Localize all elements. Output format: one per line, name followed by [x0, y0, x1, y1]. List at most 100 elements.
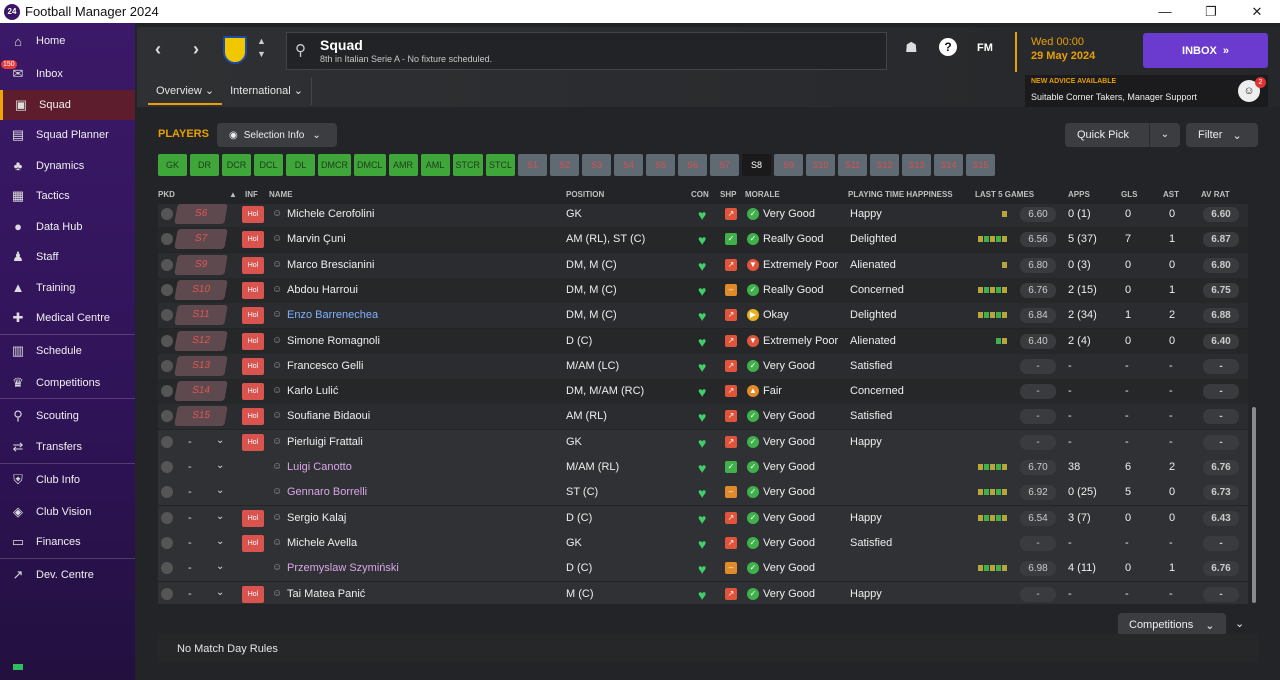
- advice-panel[interactable]: NEW ADVICE AVAILABLE Suitable Corner Tak…: [1025, 75, 1268, 107]
- col-con[interactable]: CON: [691, 190, 709, 199]
- kit-icon[interactable]: ☗: [905, 39, 918, 56]
- table-row[interactable]: S12 Hol ☺ Simone Romagnoli D (C) ♥ ↗ ▼ Extremely…: [158, 328, 1248, 354]
- position-slot-dmcr[interactable]: DMCR: [318, 154, 351, 176]
- sidebar-item-dev-centre[interactable]: ↗ Dev. Centre: [0, 557, 135, 592]
- chevron-down-icon[interactable]: ⌄: [216, 536, 224, 547]
- sidebar-item-inbox[interactable]: ✉ Inbox 150: [0, 59, 135, 90]
- col-playing-time[interactable]: PLAYING TIME HAPPINESS: [848, 190, 953, 199]
- minimize-button[interactable]: —: [1142, 0, 1188, 23]
- sidebar-item-squad[interactable]: ▣ Squad: [0, 89, 135, 120]
- table-row[interactable]: S10 Hol ☺ Abdou Harroui DM, M (C) ♥ – ✓ Really G…: [158, 277, 1248, 303]
- position-slot-dcl[interactable]: DCL: [254, 154, 283, 176]
- sidebar-item-scouting[interactable]: ⚲ Scouting: [0, 398, 135, 432]
- position-slot-s2[interactable]: S2: [550, 154, 580, 176]
- table-row[interactable]: - ⌄ ☺ Gennaro Borrelli ST (C) ♥ – ✓ Very Good 6.9…: [158, 480, 1248, 506]
- squad-slot-empty[interactable]: -: [188, 562, 192, 574]
- sidebar-item-squad-planner[interactable]: ▤ Squad Planner: [0, 120, 135, 151]
- table-row[interactable]: S9 Hol ☺ Marco Brescianini DM, M (C) ♥ ↗ ▼ Extre…: [158, 252, 1248, 278]
- position-slot-s10[interactable]: S10: [806, 154, 836, 176]
- pick-checkbox[interactable]: [161, 334, 173, 347]
- position-slot-s14[interactable]: S14: [934, 154, 964, 176]
- col-shp[interactable]: SHP: [720, 190, 736, 199]
- col-gls[interactable]: GLS: [1121, 190, 1137, 199]
- table-row[interactable]: S13 Hol ☺ Francesco Gelli M/AM (LC) ♥ ↗ ✓ Very G…: [158, 353, 1248, 379]
- table-row[interactable]: S11 Hol ☺ Enzo Barrenechea DM, M (C) ♥ ↗ ▶ Okay D…: [158, 303, 1248, 329]
- player-name[interactable]: Francesco Gelli: [287, 360, 363, 372]
- player-name[interactable]: Michele Cerofolini: [287, 208, 374, 220]
- chevron-down-icon[interactable]: ⌄: [216, 485, 224, 496]
- position-slot-stcl[interactable]: STCL: [486, 154, 516, 176]
- player-name[interactable]: Pierluigi Frattali: [287, 436, 363, 448]
- squad-slot-badge[interactable]: S7: [174, 229, 228, 250]
- pick-checkbox[interactable]: [161, 233, 173, 246]
- sidebar-item-competitions[interactable]: ♛ Competitions: [0, 368, 135, 399]
- pick-checkbox[interactable]: [161, 435, 173, 448]
- player-name[interactable]: Simone Romagnoli: [287, 335, 380, 347]
- pick-checkbox[interactable]: [161, 511, 173, 524]
- player-name[interactable]: Tai Matea Panić: [287, 588, 365, 600]
- squad-slot-empty[interactable]: -: [188, 588, 192, 600]
- squad-slot-empty[interactable]: -: [188, 486, 192, 498]
- close-button[interactable]: ✕: [1234, 0, 1280, 23]
- chevron-down-icon[interactable]: ⌄: [216, 511, 224, 522]
- squad-slot-badge[interactable]: S11: [174, 305, 228, 326]
- chevron-down-icon[interactable]: ⌄: [216, 561, 224, 572]
- col-pkd[interactable]: PKD: [158, 190, 175, 199]
- col-name[interactable]: NAME: [269, 190, 293, 199]
- pick-checkbox[interactable]: [161, 359, 173, 372]
- position-slot-dr[interactable]: DR: [190, 154, 219, 176]
- squad-slot-badge[interactable]: S15: [174, 406, 228, 427]
- position-slot-aml[interactable]: AML: [420, 154, 450, 176]
- tab-international[interactable]: International ⌄: [222, 77, 312, 105]
- squad-slot-empty[interactable]: -: [188, 512, 192, 524]
- sidebar-item-club-vision[interactable]: ◈ Club Vision: [0, 497, 135, 528]
- sidebar-item-club-info[interactable]: ⛨ Club Info: [0, 462, 135, 497]
- position-slot-s15[interactable]: S15: [966, 154, 996, 176]
- pick-checkbox[interactable]: [161, 536, 173, 549]
- table-row[interactable]: S6 Hol ☺ Michele Cerofolini GK ♥ ↗ ✓ Very Good Ha…: [158, 204, 1248, 227]
- sidebar-item-finances[interactable]: ▭ Finances: [0, 527, 135, 558]
- inbox-button[interactable]: INBOX »: [1143, 33, 1268, 68]
- player-name[interactable]: Przemyslaw Szymiński: [287, 562, 399, 574]
- position-slot-s4[interactable]: S4: [614, 154, 644, 176]
- filter-button[interactable]: Filter ⌄: [1186, 123, 1258, 147]
- pick-checkbox[interactable]: [161, 461, 173, 473]
- position-slot-amr[interactable]: AMR: [388, 154, 418, 176]
- position-slot-s13[interactable]: S13: [902, 154, 932, 176]
- squad-slot-badge[interactable]: S6: [174, 204, 228, 224]
- squad-slot-empty[interactable]: -: [188, 537, 192, 549]
- back-arrow-icon[interactable]: ‹: [155, 39, 161, 60]
- position-slot-dmcl[interactable]: DMCL: [354, 154, 386, 176]
- position-slot-gk[interactable]: GK: [158, 154, 187, 176]
- table-row[interactable]: - ⌄ ☺ Luigi Canotto M/AM (RL) ♥ ✓ ✓ Very Good 6.7…: [158, 455, 1248, 480]
- player-name[interactable]: Sergio Kalaj: [287, 512, 346, 524]
- position-slot-dl[interactable]: DL: [286, 154, 315, 176]
- selection-info-button[interactable]: ◉ Selection Info ⌄: [217, 123, 337, 147]
- squad-slot-empty[interactable]: -: [188, 436, 192, 448]
- chevron-down-icon[interactable]: ⌄: [216, 460, 224, 471]
- date-time-display[interactable]: Wed 00:00 29 May 2024: [1015, 32, 1137, 72]
- table-row[interactable]: - ⌄ Hol ☺ Tai Matea Panić M (C) ♥ ↗ ✓ Very Good Ha…: [158, 581, 1248, 604]
- position-slot-s3[interactable]: S3: [582, 154, 612, 176]
- fm-menu-icon[interactable]: FM: [977, 42, 993, 54]
- position-slot-s6[interactable]: S6: [678, 154, 708, 176]
- pick-checkbox[interactable]: [161, 486, 173, 499]
- player-name[interactable]: Gennaro Borrelli: [287, 486, 367, 498]
- squad-slot-badge[interactable]: S13: [174, 355, 228, 376]
- pick-checkbox[interactable]: [161, 385, 173, 398]
- position-slot-s1[interactable]: S1: [518, 154, 548, 176]
- position-slot-s7[interactable]: S7: [710, 154, 740, 176]
- squad-slot-badge[interactable]: S10: [174, 279, 228, 300]
- pick-checkbox[interactable]: [161, 562, 173, 575]
- sidebar-item-training[interactable]: ▲ Training: [0, 273, 135, 304]
- col-morale[interactable]: MORALE: [745, 190, 780, 199]
- table-row[interactable]: S14 Hol ☺ Karlo Lulić DM, M/AM (RC) ♥ ↗ ▲ Fair Co…: [158, 379, 1248, 405]
- table-row[interactable]: - ⌄ Hol ☺ Michele Avella GK ♥ ↗ ✓ Very Good Satisf…: [158, 530, 1248, 556]
- pick-checkbox[interactable]: [161, 208, 173, 220]
- player-name[interactable]: Abdou Harroui: [287, 284, 358, 296]
- col-position[interactable]: POSITION: [566, 190, 604, 199]
- help-icon[interactable]: ?: [939, 38, 957, 56]
- chevron-down-icon[interactable]: ⌄: [216, 587, 224, 598]
- sidebar-item-data-hub[interactable]: ● Data Hub: [0, 212, 135, 243]
- position-slot-s5[interactable]: S5: [646, 154, 676, 176]
